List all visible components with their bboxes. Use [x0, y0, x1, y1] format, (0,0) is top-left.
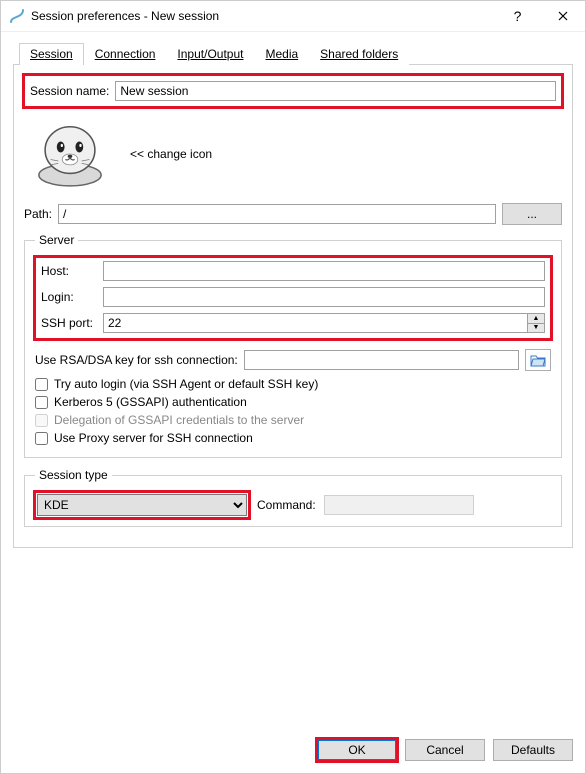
host-label: Host: — [41, 264, 97, 278]
server-legend: Server — [35, 233, 78, 247]
titlebar: Session preferences - New session ? — [1, 1, 585, 32]
rsa-browse-button[interactable] — [525, 349, 551, 371]
rsa-row: Use RSA/DSA key for ssh connection: — [35, 349, 551, 371]
session-icon[interactable] — [30, 119, 110, 189]
server-core-block: Host: Login: SSH port: ▲ ▼ — [35, 257, 551, 339]
tab-shared-label: Shared folders — [320, 47, 398, 61]
change-icon-link[interactable]: << change icon — [130, 147, 212, 161]
tab-io-label: Input/Output — [177, 47, 243, 61]
command-label: Command: — [257, 498, 316, 512]
tab-io[interactable]: Input/Output — [166, 43, 254, 65]
path-label: Path: — [24, 207, 52, 221]
proxy-checkbox[interactable] — [35, 432, 48, 445]
session-type-select[interactable]: KDE — [37, 494, 247, 516]
spin-down-icon[interactable]: ▼ — [528, 324, 544, 333]
path-browse-button[interactable]: ... — [502, 203, 562, 225]
tab-bar: Session Connection Input/Output Media Sh… — [13, 42, 573, 65]
close-button[interactable] — [540, 1, 585, 31]
auto-login-checkbox[interactable] — [35, 378, 48, 391]
host-row: Host: — [41, 261, 545, 281]
delegation-label: Delegation of GSSAPI credentials to the … — [54, 413, 304, 427]
sshport-spinner[interactable]: ▲ ▼ — [103, 313, 545, 333]
session-type-legend: Session type — [35, 468, 112, 482]
kerberos-label: Kerberos 5 (GSSAPI) authentication — [54, 395, 247, 409]
icon-area: << change icon — [24, 113, 562, 203]
path-row: Path: ... — [24, 203, 562, 225]
ok-highlight: OK — [317, 739, 397, 761]
delegation-row: Delegation of GSSAPI credentials to the … — [35, 413, 551, 427]
auto-login-label: Try auto login (via SSH Agent or default… — [54, 377, 318, 391]
tab-media-label: Media — [265, 47, 298, 61]
tab-connection-label: Connection — [95, 47, 156, 61]
sshport-input[interactable] — [103, 313, 527, 333]
kerberos-row: Kerberos 5 (GSSAPI) authentication — [35, 395, 551, 409]
tab-connection[interactable]: Connection — [84, 43, 167, 65]
ok-button[interactable]: OK — [317, 739, 397, 761]
kerberos-checkbox[interactable] — [35, 396, 48, 409]
server-group: Server Host: Login: SSH port: — [24, 233, 562, 458]
session-type-group: Session type KDE Command: — [24, 468, 562, 527]
login-input[interactable] — [103, 287, 545, 307]
session-name-row: Session name: — [24, 75, 562, 107]
sshport-row: SSH port: ▲ ▼ — [41, 313, 545, 333]
session-name-input[interactable] — [115, 81, 556, 101]
spin-up-icon[interactable]: ▲ — [528, 314, 544, 324]
proxy-label: Use Proxy server for SSH connection — [54, 431, 253, 445]
path-input[interactable] — [58, 204, 496, 224]
sshport-label: SSH port: — [41, 316, 97, 330]
close-icon — [558, 11, 568, 21]
host-input[interactable] — [103, 261, 545, 281]
session-type-row: KDE Command: — [35, 492, 551, 518]
auto-login-row: Try auto login (via SSH Agent or default… — [35, 377, 551, 391]
login-row: Login: — [41, 287, 545, 307]
tab-media[interactable]: Media — [254, 43, 309, 65]
proxy-row: Use Proxy server for SSH connection — [35, 431, 551, 445]
session-name-label: Session name: — [30, 84, 109, 98]
login-label: Login: — [41, 290, 97, 304]
tab-session-label: Session — [30, 47, 73, 61]
help-button[interactable]: ? — [495, 1, 540, 31]
content-area: Session Connection Input/Output Media Sh… — [1, 32, 585, 729]
session-type-highlight: KDE — [35, 492, 249, 518]
app-icon — [9, 8, 25, 24]
rsa-label: Use RSA/DSA key for ssh connection: — [35, 353, 238, 367]
folder-open-icon — [530, 353, 546, 367]
cancel-button[interactable]: Cancel — [405, 739, 485, 761]
window-title: Session preferences - New session — [31, 9, 495, 23]
sshport-spin-buttons[interactable]: ▲ ▼ — [527, 313, 545, 333]
rsa-input[interactable] — [244, 350, 519, 370]
tab-pane-session: Session name: << change icon — [13, 65, 573, 548]
command-input — [324, 495, 474, 515]
tab-session[interactable]: Session — [19, 43, 84, 65]
delegation-checkbox — [35, 414, 48, 427]
dialog-buttons: OK Cancel Defaults — [1, 729, 585, 773]
defaults-button[interactable]: Defaults — [493, 739, 573, 761]
session-preferences-window: Session preferences - New session ? Sess… — [0, 0, 586, 774]
tab-shared[interactable]: Shared folders — [309, 43, 409, 65]
